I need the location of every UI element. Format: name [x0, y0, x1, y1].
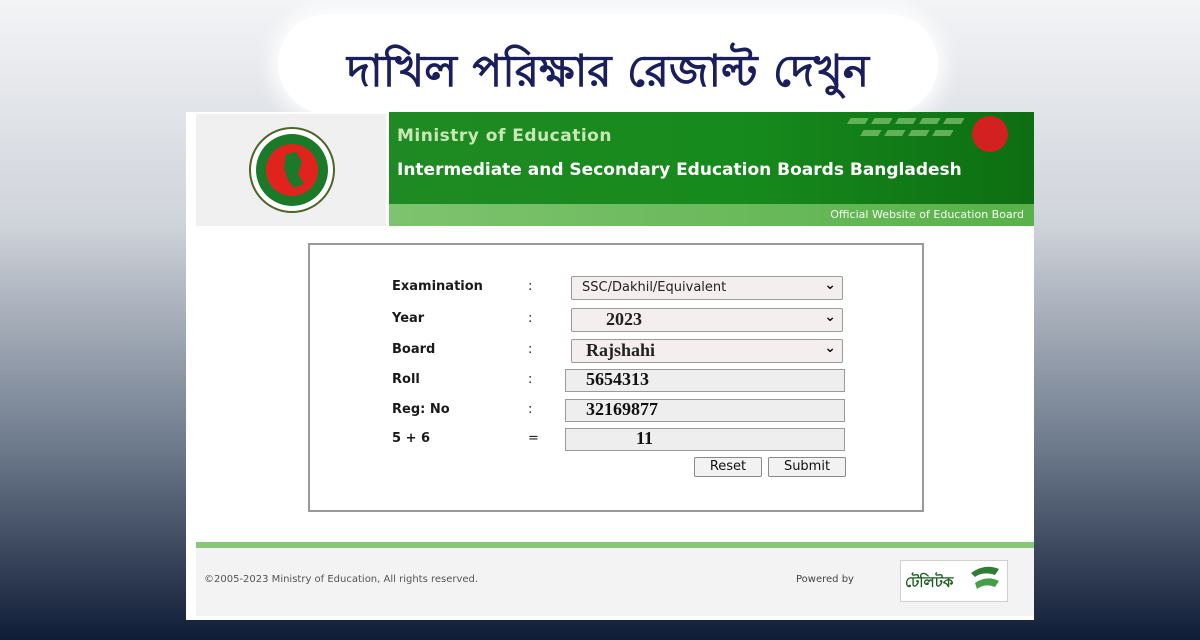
board-separator: :	[528, 342, 533, 357]
powered-by-text: Powered by	[796, 574, 854, 585]
examination-value: SSC/Dakhil/Equivalent	[582, 280, 727, 295]
board-label: Board	[392, 342, 436, 357]
copyright-text: ©2005-2023 Ministry of Education, All ri…	[204, 574, 479, 585]
year-select[interactable]: 2023 ⌄	[571, 308, 843, 332]
official-website-text: Official Website of Education Board	[830, 208, 1024, 221]
reg-no-input[interactable]: 32169877	[565, 399, 845, 422]
logo-area	[196, 114, 386, 226]
year-separator: :	[528, 311, 533, 326]
header-banner: Ministry of Education Intermediate and S…	[389, 112, 1034, 204]
chevron-down-icon: ⌄	[824, 340, 836, 356]
ministry-title: Ministry of Education	[397, 126, 612, 146]
site-footer: ©2005-2023 Ministry of Education, All ri…	[196, 548, 1034, 616]
year-label: Year	[392, 311, 425, 326]
bangladesh-seal-icon	[249, 127, 335, 213]
title-banner: দাখিল পরিক্ষার রেজাল্ট দেখুন	[278, 14, 938, 114]
chevron-down-icon: ⌄	[824, 277, 836, 293]
reg-no-label: Reg: No	[392, 402, 450, 417]
board-value: Rajshahi	[586, 340, 656, 360]
year-value: 2023	[606, 309, 642, 329]
banner-title: দাখিল পরিক্ষার রেজাল্ট দেখুন	[346, 46, 870, 97]
roll-separator: :	[528, 372, 533, 387]
result-form: Examination : SSC/Dakhil/Equivalent ⌄ Ye…	[308, 243, 924, 512]
header-subbar: Official Website of Education Board	[389, 204, 1034, 226]
captcha-label: 5 + 6	[392, 431, 431, 446]
board-select[interactable]: Rajshahi ⌄	[571, 339, 843, 363]
captcha-separator: =	[528, 431, 539, 446]
reg-no-separator: :	[528, 402, 533, 417]
roll-value: 5654313	[586, 369, 649, 389]
roll-label: Roll	[392, 372, 420, 387]
decorative-stripes-icon	[847, 116, 1008, 152]
result-page: Ministry of Education Intermediate and S…	[186, 112, 1034, 620]
chevron-down-icon: ⌄	[824, 309, 836, 325]
roll-input[interactable]: 5654313	[565, 369, 845, 392]
examination-separator: :	[528, 279, 533, 294]
submit-button[interactable]: Submit	[768, 457, 846, 477]
teletalk-swoosh-icon	[971, 566, 999, 589]
site-header: Ministry of Education Intermediate and S…	[186, 112, 1034, 226]
boards-title: Intermediate and Secondary Education Boa…	[397, 160, 962, 180]
reg-no-value: 32169877	[586, 399, 658, 419]
teletalk-text: টেলিটক	[905, 573, 954, 591]
reset-button[interactable]: Reset	[694, 457, 762, 477]
captcha-value: 11	[636, 428, 654, 448]
examination-select[interactable]: SSC/Dakhil/Equivalent ⌄	[571, 276, 843, 300]
teletalk-logo[interactable]: টেলিটক	[900, 560, 1008, 602]
captcha-input[interactable]: 11	[565, 428, 845, 451]
examination-label: Examination	[392, 279, 483, 294]
